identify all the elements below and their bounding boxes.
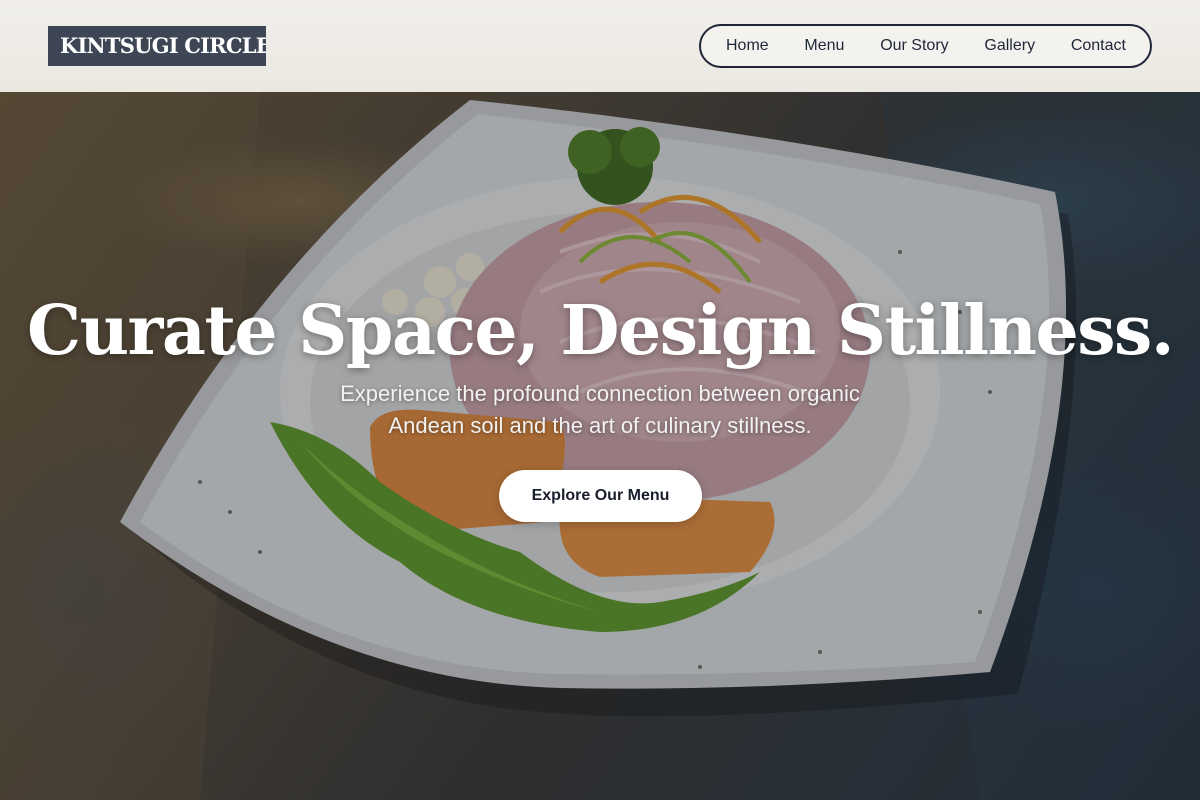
nav-link-gallery[interactable]: Gallery [984, 37, 1035, 55]
nav-link-our-story[interactable]: Our Story [880, 37, 948, 55]
nav-link-contact[interactable]: Contact [1071, 37, 1126, 55]
main-nav: Home Menu Our Story Gallery Contact [699, 24, 1152, 68]
explore-menu-button[interactable]: Explore Our Menu [499, 470, 702, 522]
hero-dark-overlay [0, 92, 1200, 800]
hero-subtitle: Experience the profound connection betwe… [340, 381, 860, 438]
brand-logo[interactable]: KINTSUGI CIRCLE [48, 26, 266, 66]
site-header: KINTSUGI CIRCLE Home Menu Our Story Gall… [0, 0, 1200, 92]
nav-link-menu[interactable]: Menu [804, 37, 844, 55]
nav-link-home[interactable]: Home [726, 37, 769, 55]
hero-section: Curate Space, Design Stillness. Experien… [0, 92, 1200, 800]
hero-title: Curate Space, Design Stillness. [27, 291, 1175, 371]
